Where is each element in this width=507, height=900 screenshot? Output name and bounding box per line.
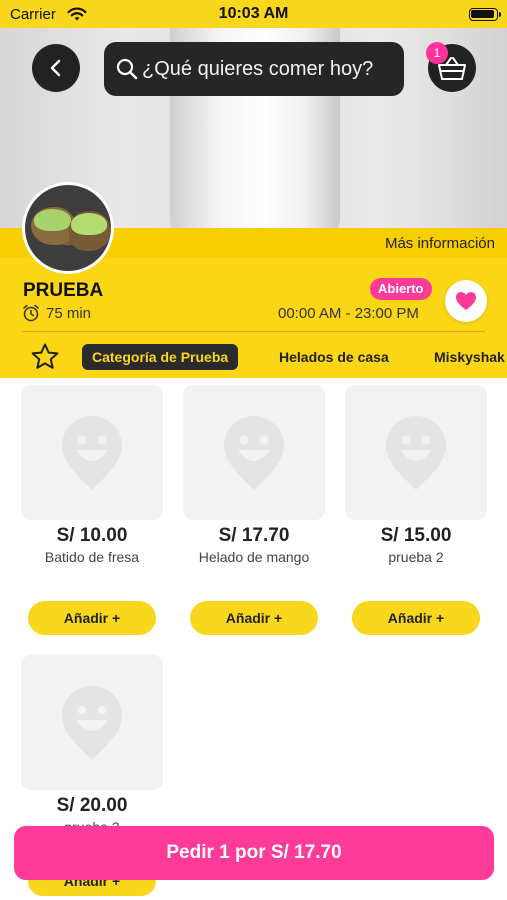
- add-to-cart-button[interactable]: Añadir +: [352, 601, 480, 635]
- status-bar: Carrier 10:03 AM: [0, 0, 507, 28]
- smiley-placeholder-icon: [62, 415, 122, 490]
- open-status-badge: Abierto: [370, 278, 432, 300]
- add-to-cart-button[interactable]: Añadir +: [190, 601, 318, 635]
- tab-categoria-de-prueba[interactable]: Categoría de Prueba: [82, 344, 239, 370]
- chevron-left-icon: [50, 59, 61, 77]
- avocado-image-part: [71, 213, 107, 235]
- search-input[interactable]: [142, 52, 394, 86]
- opening-hours: 00:00 AM - 23:00 PM: [278, 305, 419, 322]
- product-image-placeholder: [21, 385, 163, 520]
- star-icon[interactable]: [30, 342, 60, 372]
- delivery-time-label: 75 min: [46, 304, 92, 322]
- product-image-placeholder: [345, 385, 487, 520]
- store-logo: [22, 182, 114, 274]
- search-icon: [116, 58, 138, 80]
- product-image-placeholder: [21, 655, 163, 790]
- more-info-link[interactable]: Más información: [385, 235, 495, 252]
- tab-miskyshak[interactable]: Miskyshak: [434, 344, 505, 370]
- add-to-cart-button[interactable]: Añadir +: [28, 601, 156, 635]
- smiley-placeholder-icon: [62, 685, 122, 760]
- cart-count-badge: 1: [426, 42, 448, 64]
- product-price: S/ 10.00: [56, 525, 128, 546]
- product-image-placeholder: [183, 385, 325, 520]
- back-button[interactable]: [32, 44, 80, 92]
- smiley-placeholder-icon: [386, 415, 446, 490]
- alarm-clock-icon: [23, 304, 39, 322]
- product-name: prueba 2: [388, 549, 444, 565]
- delivery-time: 75 min: [22, 304, 91, 322]
- product-price: S/ 15.00: [380, 525, 452, 546]
- product-price: S/ 20.00: [56, 795, 128, 816]
- avocado-image-part: [34, 209, 71, 231]
- place-order-button[interactable]: Pedir 1 por S/ 17.70: [14, 826, 494, 880]
- heart-icon: [456, 292, 476, 310]
- smiley-placeholder-icon: [224, 415, 284, 490]
- product-name: Batido de fresa: [44, 549, 140, 565]
- battery-icon: [469, 8, 501, 21]
- store-name: PRUEBA: [23, 280, 104, 301]
- category-tabs: Categoría de Prueba Helados de casa Misk…: [0, 338, 507, 378]
- search-bar[interactable]: [104, 42, 404, 96]
- tab-helados-de-casa[interactable]: Helados de casa: [279, 344, 389, 370]
- clock: 10:03 AM: [218, 5, 289, 22]
- product-price: S/ 17.70: [218, 525, 290, 546]
- divider: [22, 331, 485, 332]
- product-name: Helado de mango: [198, 549, 310, 565]
- favorite-button[interactable]: [445, 280, 487, 322]
